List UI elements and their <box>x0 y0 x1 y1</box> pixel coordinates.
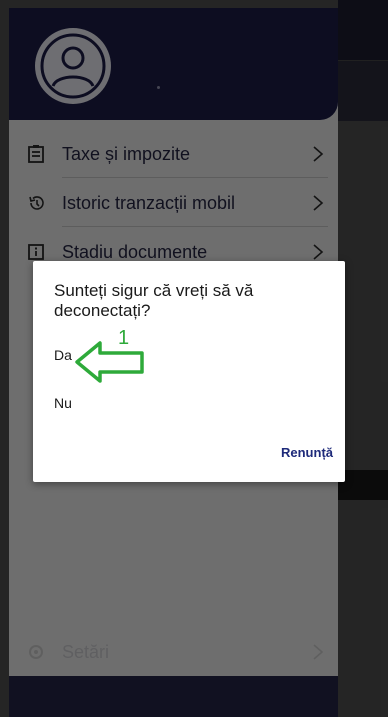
annotation-arrow-icon: 1 <box>75 327 144 383</box>
annotation-number: 1 <box>118 327 129 349</box>
option-nu[interactable]: Nu <box>54 395 72 411</box>
dialog-title: Sunteți sigur că vreți să vă deconectați… <box>54 281 254 320</box>
option-da[interactable]: Da <box>54 347 72 363</box>
cancel-button[interactable]: Renunță <box>281 445 333 460</box>
